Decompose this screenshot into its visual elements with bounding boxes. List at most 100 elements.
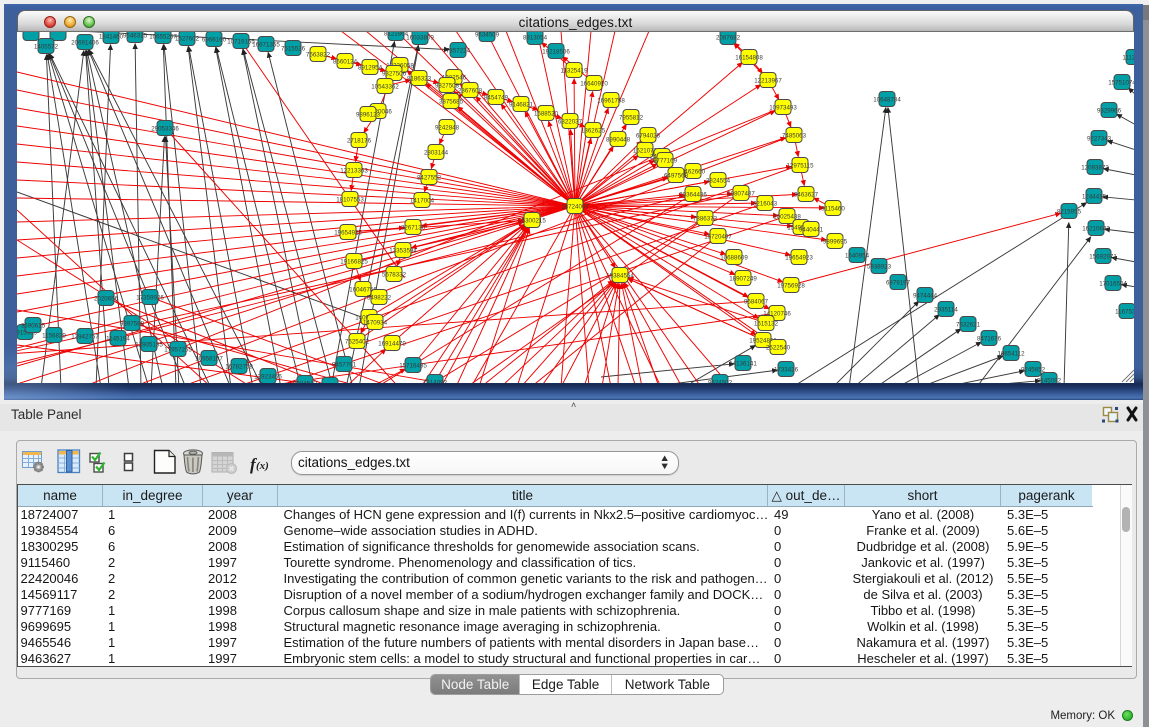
svg-text:17359926: 17359926 — [136, 294, 164, 301]
svg-text:5938923: 5938923 — [867, 263, 892, 270]
svg-text:1841460: 1841460 — [99, 33, 124, 40]
svg-text:8912954: 8912954 — [358, 64, 383, 71]
svg-text:9242848: 9242848 — [435, 124, 460, 131]
svg-text:20364436: 20364436 — [679, 191, 707, 198]
svg-text:2522540: 2522540 — [766, 344, 791, 351]
svg-text:19384554: 19384554 — [606, 272, 634, 279]
svg-text:7386372: 7386372 — [693, 215, 718, 222]
svg-text:12942757: 12942757 — [71, 333, 99, 340]
svg-text:8215955: 8215955 — [1057, 208, 1082, 215]
svg-text:20691406: 20691406 — [71, 39, 99, 46]
svg-text:1733426: 1733426 — [774, 366, 799, 373]
svg-text:3590615: 3590615 — [21, 322, 46, 329]
svg-text:1588520: 1588520 — [534, 110, 559, 117]
svg-text:18907249: 18907249 — [729, 275, 757, 282]
svg-text:7632621: 7632621 — [956, 321, 981, 328]
svg-text:5498222: 5498222 — [367, 294, 392, 301]
svg-text:10807487: 10807487 — [727, 190, 755, 197]
svg-text:16961758: 16961758 — [597, 97, 625, 104]
svg-text:9777169: 9777169 — [653, 157, 678, 164]
svg-text:8127345: 8127345 — [318, 382, 343, 383]
svg-text:7663822: 7663822 — [306, 51, 331, 58]
svg-text:1470934: 1470934 — [363, 319, 388, 326]
svg-text:16782759: 16782759 — [225, 363, 253, 370]
svg-text:9327508: 9327508 — [435, 82, 460, 89]
svg-text:9896123: 9896123 — [356, 111, 381, 118]
svg-text:7485063: 7485063 — [782, 132, 807, 139]
svg-text:1145194: 1145194 — [106, 335, 130, 342]
svg-text:16914479: 16914479 — [378, 340, 406, 347]
svg-text:2087682: 2087682 — [716, 34, 741, 41]
svg-text:1640954: 1640954 — [845, 252, 870, 259]
svg-text:15751074: 15751074 — [1108, 79, 1134, 86]
svg-text:8454749: 8454749 — [484, 94, 509, 101]
svg-text:12923466: 12923466 — [254, 373, 282, 380]
svg-text:6966160: 6966160 — [202, 36, 227, 43]
svg-text:8121864: 8121864 — [384, 32, 409, 37]
svg-text:9146821: 9146821 — [509, 101, 534, 108]
svg-text:9227343: 9227343 — [1087, 135, 1112, 142]
svg-text:3824554: 3824554 — [706, 177, 731, 184]
svg-text:9899695: 9899695 — [823, 238, 848, 245]
svg-text:19654923: 19654923 — [785, 254, 813, 261]
svg-text:10648784: 10648784 — [873, 96, 901, 103]
svg-text:16640910: 16640910 — [580, 80, 608, 87]
svg-text:8813054: 8813054 — [523, 34, 548, 41]
svg-text:9327506: 9327506 — [382, 70, 407, 77]
svg-text:7314092: 7314092 — [423, 379, 448, 383]
svg-text:9284512: 9284512 — [293, 380, 318, 383]
svg-text:2935114: 2935114 — [934, 306, 958, 313]
svg-text:13353594: 13353594 — [389, 247, 417, 254]
svg-text:17957255: 17957255 — [164, 346, 192, 353]
svg-text:1417004: 1417004 — [410, 197, 435, 204]
svg-text:8427552: 8427552 — [417, 174, 442, 181]
svg-text:9115460: 9115460 — [821, 205, 845, 212]
svg-text:12093873: 12093873 — [1081, 164, 1109, 171]
svg-text:9245652: 9245652 — [1021, 366, 1046, 373]
svg-text:19756928: 19756928 — [777, 282, 805, 289]
svg-text:6879197: 6879197 — [886, 279, 911, 286]
svg-text:7515526: 7515526 — [281, 45, 306, 52]
svg-text:(x): (x) — [256, 460, 269, 472]
svg-text:8660124: 8660124 — [333, 58, 358, 65]
svg-text:12213363: 12213363 — [340, 167, 368, 174]
svg-text:16210643: 16210643 — [1082, 225, 1110, 232]
svg-text:15720407: 15720407 — [704, 233, 732, 240]
svg-text:10719155: 10719155 — [227, 38, 255, 45]
svg-text:2803144: 2803144 — [424, 149, 449, 156]
svg-text:9546315: 9546315 — [123, 32, 148, 39]
svg-text:10654112: 10654112 — [997, 350, 1025, 357]
svg-text:6497568: 6497568 — [664, 172, 689, 179]
svg-text:10688609: 10688609 — [720, 254, 748, 261]
svg-text:15692971: 15692971 — [1089, 253, 1117, 260]
svg-text:8471676: 8471676 — [977, 335, 1002, 342]
svg-text:9145082: 9145082 — [1037, 377, 1062, 383]
svg-text:1167533: 1167533 — [1115, 308, 1134, 315]
svg-text:1615132: 1615132 — [754, 320, 779, 327]
svg-text:9457791: 9457791 — [332, 361, 357, 368]
svg-text:19218506: 19218506 — [542, 48, 570, 55]
svg-text:1405572: 1405572 — [34, 43, 59, 50]
svg-text:15716485: 15716485 — [399, 362, 427, 369]
svg-text:2367608: 2367608 — [458, 87, 483, 94]
svg-text:19654925: 19654925 — [334, 229, 362, 236]
svg-text:7625402: 7625402 — [345, 338, 370, 345]
svg-text:6794028: 6794028 — [636, 132, 661, 139]
svg-text:10543362: 10543362 — [371, 83, 399, 90]
svg-text:9463627: 9463627 — [794, 191, 819, 198]
svg-text:3267130: 3267130 — [401, 224, 426, 231]
svg-text:16671355: 16671355 — [252, 41, 280, 48]
svg-text:9634509: 9634509 — [475, 32, 500, 38]
svg-text:6322037: 6322037 — [558, 118, 583, 125]
svg-text:10973493: 10973493 — [769, 104, 797, 111]
svg-text:12213967: 12213967 — [754, 77, 782, 84]
svg-text:9474444: 9474444 — [913, 292, 938, 299]
svg-text:19166825: 19166825 — [340, 258, 368, 265]
svg-text:10958107: 10958107 — [195, 355, 223, 362]
svg-text:15300215: 15300215 — [518, 217, 546, 224]
svg-text:18724007: 18724007 — [561, 203, 589, 210]
svg-text:7357224: 7357224 — [446, 47, 471, 54]
svg-text:1112063: 1112063 — [1122, 54, 1134, 61]
svg-text:10655267: 10655267 — [149, 33, 177, 40]
svg-text:5678332: 5678332 — [382, 271, 407, 278]
